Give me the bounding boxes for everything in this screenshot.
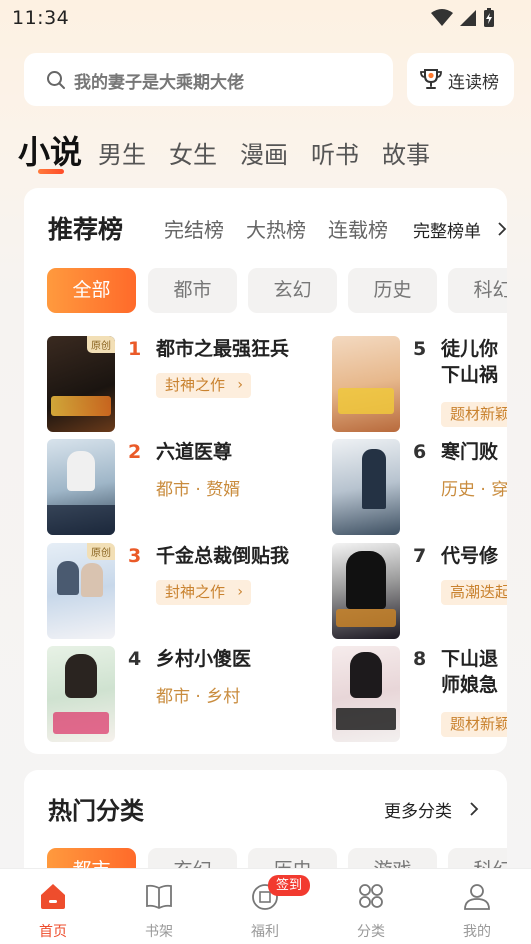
user-icon	[464, 884, 490, 910]
search-bar[interactable]: 我的妻子是大乘期大佬	[24, 53, 393, 106]
book-cover	[332, 336, 400, 432]
bottom-tab-bar: 首页 书架 签到 福利 分类 我的	[0, 868, 531, 944]
top-tabs: 小说 男生 女生 漫画 听书 故事	[18, 122, 453, 172]
rank-number: 6	[413, 441, 427, 463]
section-title: 热门分类	[48, 797, 144, 825]
book-item[interactable]: 6 寒门败 历史 · 穿	[332, 439, 507, 535]
book-title: 代号修	[441, 545, 499, 567]
trophy-icon	[420, 69, 442, 89]
book-item[interactable]: 7 代号修 高潮迭起	[332, 543, 507, 639]
tab-rewards[interactable]: 签到 福利	[212, 869, 318, 944]
rank-number: 7	[413, 545, 427, 567]
lianbang-label: 连读榜	[448, 73, 499, 93]
book-item[interactable]: 5 徒儿你下山祸 题材新颖	[332, 336, 507, 432]
tab-profile[interactable]: 我的	[424, 869, 530, 944]
tab-hot[interactable]: 大热榜	[246, 214, 306, 243]
book-title: 六道医尊	[156, 441, 233, 463]
book-cover	[47, 646, 115, 742]
book-title: 下山退师娘急	[441, 648, 499, 696]
tab-male[interactable]: 男生	[98, 138, 146, 172]
rank-number: 2	[128, 441, 142, 463]
chip-scifi[interactable]: 科幻	[448, 268, 507, 313]
tab-female[interactable]: 女生	[169, 138, 217, 172]
tab-label: 首页	[39, 924, 67, 940]
tab-serial[interactable]: 连载榜	[328, 214, 388, 243]
book-tag: 高潮迭起	[441, 580, 507, 605]
tab-recommend[interactable]: 推荐榜	[48, 210, 123, 246]
book-meta: 历史 · 穿	[441, 480, 507, 500]
book-cover	[332, 543, 400, 639]
tab-label: 分类	[357, 924, 385, 940]
book-item[interactable]: 原创 3 千金总裁倒贴我 封神之作 ›	[47, 543, 307, 639]
book-item[interactable]: 4 乡村小傻医 都市 · 乡村	[47, 646, 307, 742]
full-list-link[interactable]: 完整榜单	[413, 217, 481, 242]
book-cover: 原创	[47, 336, 115, 432]
tab-comics[interactable]: 漫画	[240, 138, 288, 172]
rank-number: 8	[413, 648, 427, 670]
grid-icon	[359, 884, 383, 908]
tab-label: 福利	[251, 924, 279, 940]
book-item[interactable]: 8 下山退师娘急 题材新颖	[332, 646, 507, 742]
tab-novel[interactable]: 小说	[18, 132, 82, 172]
checkin-badge: 签到	[268, 875, 311, 896]
search-icon	[47, 71, 65, 89]
status-icons	[431, 8, 495, 28]
book-cover	[47, 439, 115, 535]
book-title: 寒门败	[441, 441, 499, 463]
book-tag: 题材新颖	[441, 402, 507, 427]
book-tag: 封神之作 ›	[156, 373, 252, 398]
tab-audiobook[interactable]: 听书	[311, 138, 359, 172]
original-badge: 原创	[87, 336, 115, 353]
lianbang-button[interactable]: 连读榜	[407, 53, 514, 106]
book-tag: 封神之作 ›	[156, 580, 252, 605]
search-placeholder: 我的妻子是大乘期大佬	[74, 73, 244, 93]
chevron-right-icon[interactable]	[497, 221, 507, 237]
rank-number: 1	[128, 338, 142, 360]
book-icon	[146, 884, 172, 910]
tab-bookshelf[interactable]: 书架	[106, 869, 212, 944]
book-title: 都市之最强狂兵	[156, 338, 290, 360]
chip-urban[interactable]: 都市	[148, 268, 237, 313]
status-time: 11:34	[12, 7, 70, 29]
chip-all[interactable]: 全部	[47, 268, 136, 313]
active-tab-indicator	[38, 169, 64, 174]
book-cover	[332, 439, 400, 535]
home-icon	[41, 884, 65, 909]
ranking-tabs: 推荐榜 完结榜 大热榜 连载榜 完整榜单	[48, 210, 507, 250]
book-item[interactable]: 原创 1 都市之最强狂兵 封神之作 ›	[47, 336, 307, 432]
rank-number: 4	[128, 648, 142, 670]
book-meta: 都市 · 赘婿	[156, 480, 241, 500]
rank-number: 3	[128, 545, 142, 567]
tab-home[interactable]: 首页	[0, 869, 106, 944]
wifi-icon	[431, 9, 453, 26]
book-title: 千金总裁倒贴我	[156, 545, 290, 567]
tab-completed[interactable]: 完结榜	[164, 214, 224, 243]
chip-fantasy[interactable]: 玄幻	[248, 268, 337, 313]
more-categories-link[interactable]: 更多分类	[384, 797, 452, 822]
book-cover	[332, 646, 400, 742]
tab-stories[interactable]: 故事	[382, 138, 430, 172]
tab-categories[interactable]: 分类	[318, 869, 424, 944]
signal-icon	[460, 10, 476, 26]
chevron-right-icon[interactable]	[469, 801, 479, 817]
chip-history[interactable]: 历史	[348, 268, 437, 313]
status-bar: 11:34	[0, 0, 531, 40]
ranking-card: 推荐榜 完结榜 大热榜 连载榜 完整榜单 全部 都市 玄幻 历史 科幻 原创 1…	[24, 188, 507, 754]
battery-icon	[484, 8, 494, 27]
tab-label: 书架	[145, 924, 173, 940]
book-title: 乡村小傻医	[156, 648, 252, 670]
book-item[interactable]: 2 六道医尊 都市 · 赘婿	[47, 439, 307, 535]
book-title: 徒儿你下山祸	[441, 338, 499, 386]
original-badge: 原创	[87, 543, 115, 560]
book-meta: 都市 · 乡村	[156, 687, 241, 707]
rank-number: 5	[413, 338, 427, 360]
book-tag: 题材新颖	[441, 712, 507, 737]
tab-label: 我的	[463, 924, 491, 940]
book-cover: 原创	[47, 543, 115, 639]
